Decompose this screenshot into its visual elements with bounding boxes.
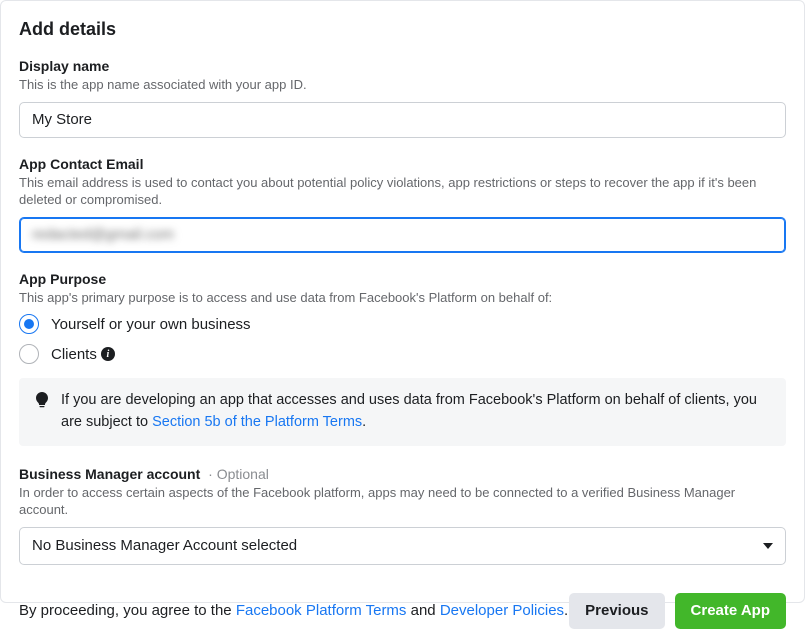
bm-optional: · Optional [208,466,269,482]
bm-label: Business Manager account [19,466,200,482]
clients-notice-text: If you are developing an app that access… [61,390,770,434]
add-details-panel: Add details Display name This is the app… [0,0,805,603]
platform-terms-link[interactable]: Facebook Platform Terms [236,602,407,619]
bm-selected-value: No Business Manager Account selected [32,537,297,554]
app-purpose-label: App Purpose [19,271,786,287]
contact-email-input[interactable]: redacted@gmail.com [19,217,786,253]
footer: By proceeding, you agree to the Facebook… [19,593,786,629]
bm-label-row: Business Manager account · Optional [19,466,786,482]
radio-clients[interactable] [19,344,39,364]
page-title: Add details [19,19,786,40]
contact-email-desc: This email address is used to contact yo… [19,174,786,209]
radio-self-label: Yourself or your own business [51,316,251,333]
app-purpose-group: App Purpose This app's primary purpose i… [19,271,786,446]
previous-button[interactable]: Previous [569,593,664,629]
info-icon[interactable]: i [101,347,115,361]
create-app-button[interactable]: Create App [675,593,786,629]
display-name-group: Display name This is the app name associ… [19,58,786,138]
bm-select[interactable]: No Business Manager Account selected [19,527,786,565]
contact-email-value: redacted@gmail.com [32,226,174,243]
radio-self[interactable] [19,314,39,334]
footer-buttons: Previous Create App [569,593,786,629]
radio-clients-label: Clients i [51,346,115,363]
lightbulb-icon [35,392,49,411]
contact-email-label: App Contact Email [19,156,786,172]
developer-policies-link[interactable]: Developer Policies [440,602,564,619]
platform-terms-section-link[interactable]: Section 5b of the Platform Terms [152,414,362,430]
display-name-label: Display name [19,58,786,74]
app-purpose-desc: This app's primary purpose is to access … [19,289,786,307]
business-manager-group: Business Manager account · Optional In o… [19,466,786,565]
contact-email-group: App Contact Email This email address is … [19,156,786,253]
agree-text: By proceeding, you agree to the Facebook… [19,602,568,619]
purpose-option-self[interactable]: Yourself or your own business [19,314,786,334]
purpose-option-clients[interactable]: Clients i [19,344,786,364]
clients-notice: If you are developing an app that access… [19,378,786,446]
chevron-down-icon [763,543,773,549]
display-name-desc: This is the app name associated with you… [19,76,786,94]
display-name-input[interactable] [19,102,786,138]
bm-desc: In order to access certain aspects of th… [19,484,786,519]
